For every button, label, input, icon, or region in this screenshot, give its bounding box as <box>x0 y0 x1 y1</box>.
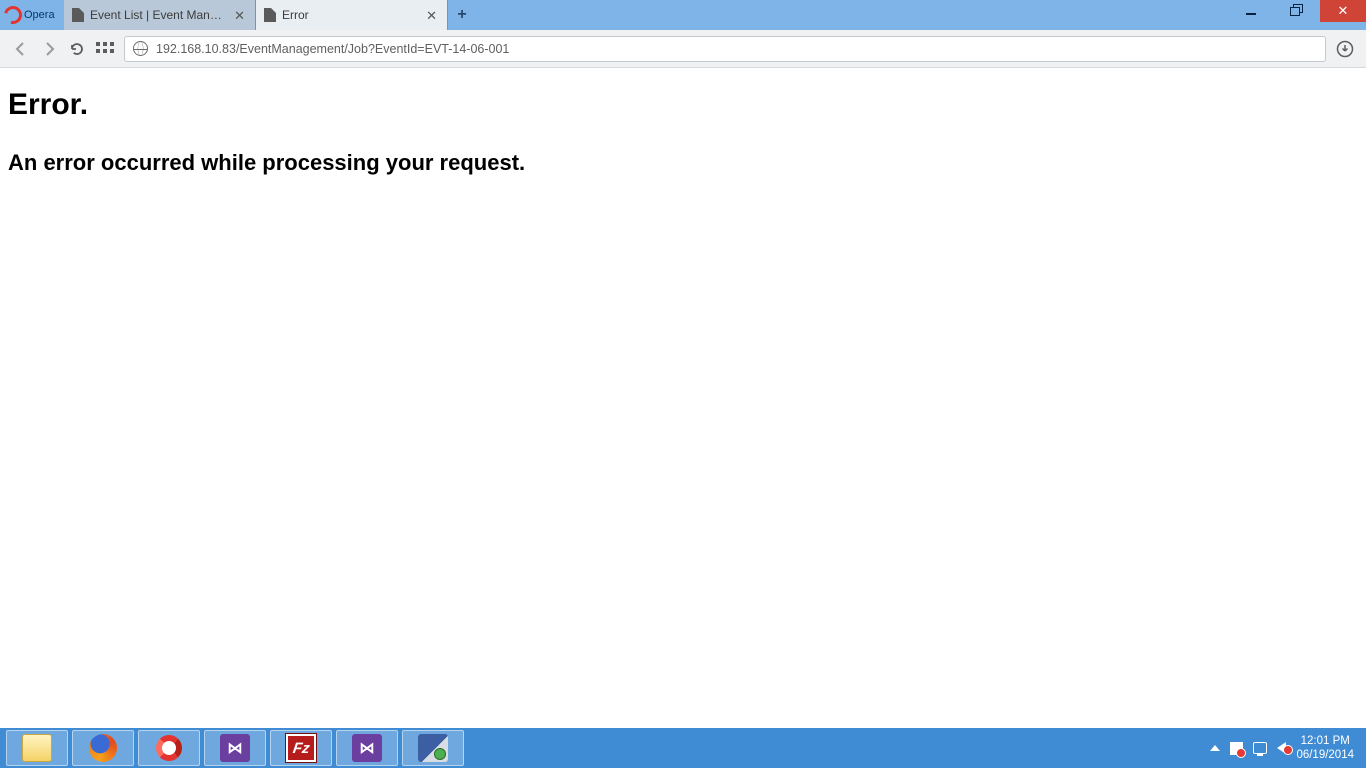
tray-action-center-icon[interactable] <box>1230 742 1243 755</box>
tray-show-hidden-icon[interactable] <box>1210 745 1220 751</box>
page-icon <box>264 8 276 22</box>
new-tab-button[interactable]: + <box>448 0 476 30</box>
navigation-bar: 192.168.10.83/EventManagement/Job?EventI… <box>0 30 1366 68</box>
opera-logo-icon <box>1 3 26 28</box>
firefox-icon <box>89 734 117 762</box>
nav-back-button[interactable] <box>12 40 30 58</box>
tray-time: 12:01 PM <box>1296 734 1354 748</box>
window-close-button[interactable]: ✕ <box>1320 0 1366 22</box>
tab-event-list[interactable]: Event List | Event Management ✕ <box>64 0 256 30</box>
visual-studio-icon: ⋈ <box>220 734 250 762</box>
taskbar-app-firefox[interactable] <box>72 730 134 766</box>
taskbar-app-explorer[interactable] <box>6 730 68 766</box>
address-bar[interactable]: 192.168.10.83/EventManagement/Job?EventI… <box>124 36 1326 62</box>
tab-close-button[interactable]: ✕ <box>424 9 439 22</box>
page-icon <box>72 8 84 22</box>
taskbar-app-visualstudio[interactable]: ⋈ <box>204 730 266 766</box>
speed-dial-button[interactable] <box>96 42 114 56</box>
error-heading: Error. <box>8 88 1358 122</box>
file-explorer-icon <box>22 734 52 762</box>
tab-title: Event List | Event Management <box>90 8 226 22</box>
visual-studio-icon: ⋈ <box>352 734 382 762</box>
window-restore-button[interactable] <box>1274 0 1320 22</box>
system-tray: 12:01 PM 06/19/2014 <box>1210 734 1360 763</box>
remote-desktop-icon <box>418 734 448 762</box>
tray-network-icon[interactable] <box>1253 742 1267 754</box>
tray-date: 06/19/2014 <box>1296 748 1354 762</box>
tab-close-button[interactable]: ✕ <box>232 9 247 22</box>
opera-menu-button[interactable]: Opera <box>0 0 64 30</box>
taskbar-app-visualstudio-2[interactable]: ⋈ <box>336 730 398 766</box>
site-info-icon[interactable] <box>133 41 148 56</box>
tray-clock[interactable]: 12:01 PM 06/19/2014 <box>1296 734 1354 763</box>
taskbar-app-remote[interactable] <box>402 730 464 766</box>
error-subheading: An error occurred while processing your … <box>8 150 1358 176</box>
filezilla-icon: Fz <box>286 734 316 762</box>
page-content: Error. An error occurred while processin… <box>0 68 1366 196</box>
taskbar-app-filezilla[interactable]: Fz <box>270 730 332 766</box>
browser-titlebar: Opera Event List | Event Management ✕ Er… <box>0 0 1366 30</box>
downloads-button[interactable] <box>1336 40 1354 58</box>
window-minimize-button[interactable] <box>1228 0 1274 22</box>
taskbar-app-opera[interactable] <box>138 730 200 766</box>
tray-volume-icon[interactable] <box>1277 742 1286 754</box>
window-controls: ✕ <box>1228 0 1366 22</box>
browser-name: Opera <box>24 9 55 21</box>
url-text: 192.168.10.83/EventManagement/Job?EventI… <box>156 42 509 56</box>
tab-title: Error <box>282 8 418 22</box>
tab-strip: Event List | Event Management ✕ Error ✕ … <box>64 0 476 30</box>
nav-reload-button[interactable] <box>68 40 86 58</box>
opera-icon <box>156 735 182 761</box>
nav-forward-button[interactable] <box>40 40 58 58</box>
tab-error[interactable]: Error ✕ <box>256 0 448 30</box>
windows-taskbar: ⋈ Fz ⋈ 12:01 PM 06/19/2014 <box>0 728 1366 768</box>
